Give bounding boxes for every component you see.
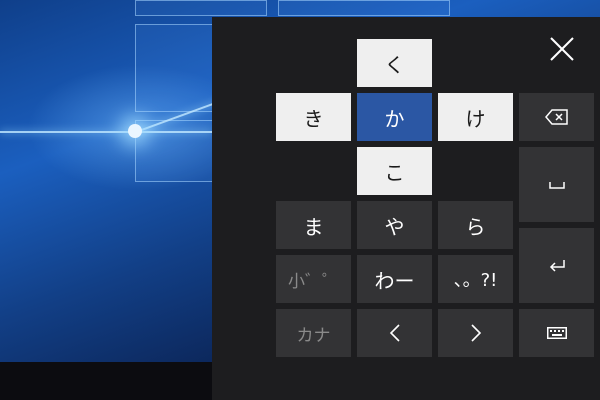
enter-key[interactable] bbox=[519, 228, 594, 303]
close-button[interactable] bbox=[544, 31, 580, 67]
key-ya[interactable]: や bbox=[357, 201, 432, 249]
wallpaper-glow bbox=[128, 124, 142, 138]
keyboard-icon bbox=[546, 327, 567, 339]
key-ka-active[interactable]: か bbox=[357, 93, 432, 141]
wallpaper-window-pane bbox=[278, 0, 450, 16]
wallpaper-window-pane bbox=[135, 24, 214, 112]
key-ra[interactable]: ら bbox=[438, 201, 513, 249]
backspace-key[interactable] bbox=[519, 93, 594, 141]
flick-key-right[interactable]: け bbox=[438, 93, 513, 141]
cursor-left-key[interactable] bbox=[357, 309, 432, 357]
key-wa[interactable]: わー bbox=[357, 255, 432, 303]
space-icon bbox=[548, 181, 565, 189]
flick-key-left[interactable]: き bbox=[276, 93, 351, 141]
touch-keyboard: く き か け こ ま や ら 小゛゜ わー 、。?! カナ bbox=[212, 17, 600, 400]
backspace-icon bbox=[544, 109, 568, 125]
cursor-right-key[interactable] bbox=[438, 309, 513, 357]
key-ma[interactable]: ま bbox=[276, 201, 351, 249]
enter-icon bbox=[549, 259, 565, 272]
wallpaper-window-pane bbox=[135, 120, 214, 182]
space-key[interactable] bbox=[519, 147, 594, 222]
keyboard-switch-key[interactable] bbox=[519, 309, 594, 357]
close-icon bbox=[550, 37, 574, 61]
flick-key-down[interactable]: こ bbox=[357, 147, 432, 195]
flick-key-up[interactable]: く bbox=[357, 39, 432, 87]
chevron-left-icon bbox=[389, 324, 400, 342]
wallpaper-window-pane bbox=[135, 0, 267, 16]
key-kana[interactable]: カナ bbox=[276, 309, 351, 357]
key-small-dakuten[interactable]: 小゛゜ bbox=[276, 255, 351, 303]
wallpaper-light-beam bbox=[0, 131, 212, 133]
chevron-right-icon bbox=[470, 324, 481, 342]
key-punctuation[interactable]: 、。?! bbox=[438, 255, 513, 303]
